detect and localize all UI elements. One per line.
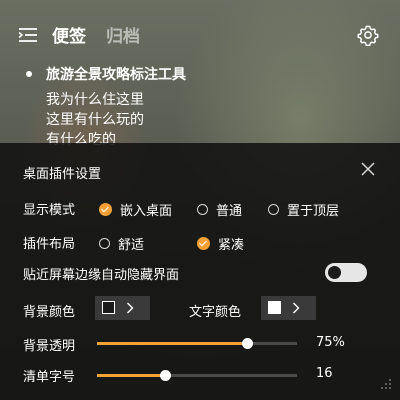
radio-label: 普通 xyxy=(216,204,243,219)
font-size-value: 16 xyxy=(316,366,333,381)
gear-icon[interactable] xyxy=(357,24,379,46)
radio-embed-desktop[interactable]: 嵌入桌面 xyxy=(99,200,172,219)
note-line: 这里有什么玩的 xyxy=(46,112,144,128)
text-color-swatch xyxy=(268,301,281,314)
radio-normal[interactable]: 普通 xyxy=(197,200,242,219)
radio-always-on-top[interactable]: 置于顶层 xyxy=(268,200,339,219)
radio-unchecked-icon xyxy=(197,204,208,215)
menu-icon[interactable] xyxy=(19,27,37,43)
text-color-picker[interactable] xyxy=(261,296,316,320)
bg-color-swatch xyxy=(102,301,115,314)
settings-title: 桌面插件设置 xyxy=(23,167,102,182)
radio-compact[interactable]: 紧凑 xyxy=(197,234,244,253)
bg-opacity-label: 背景透明 xyxy=(23,339,76,354)
resize-grip-icon[interactable] xyxy=(380,378,392,390)
note-item[interactable]: 旅游全景攻略标注工具 我为什么住这里 这里有什么玩的 有什么吃的 xyxy=(26,64,380,150)
radio-unchecked-icon xyxy=(268,204,279,215)
slider-thumb[interactable] xyxy=(242,338,253,349)
radio-checked-icon xyxy=(197,237,210,250)
font-size-label: 清单字号 xyxy=(23,370,76,385)
chevron-right-icon xyxy=(127,302,134,314)
font-size-slider[interactable] xyxy=(97,370,297,381)
radio-unchecked-icon xyxy=(99,238,110,249)
radio-label: 舒适 xyxy=(118,238,145,253)
text-color-label: 文字颜色 xyxy=(189,305,242,320)
layout-label: 插件布局 xyxy=(23,237,76,252)
close-icon[interactable] xyxy=(359,160,377,178)
top-bar: 便签 归档 xyxy=(0,0,400,70)
note-lines: 我为什么住这里 这里有什么玩的 有什么吃的 xyxy=(46,90,380,150)
radio-label: 置于顶层 xyxy=(287,204,340,219)
auto-hide-toggle[interactable] xyxy=(325,263,367,282)
tab-archive[interactable]: 归档 xyxy=(106,22,140,47)
bg-color-picker[interactable] xyxy=(95,296,150,320)
radio-comfortable[interactable]: 舒适 xyxy=(99,234,144,253)
radio-label: 紧凑 xyxy=(218,238,245,253)
toggle-knob xyxy=(328,266,341,279)
settings-panel: 桌面插件设置 显示模式 嵌入桌面 普通 置于顶层 插件布局 舒适 紧凑 贴近屏幕… xyxy=(0,143,400,400)
radio-label: 嵌入桌面 xyxy=(120,204,173,219)
display-mode-label: 显示模式 xyxy=(23,203,76,218)
note-line: 我为什么住这里 xyxy=(46,92,144,108)
bg-opacity-value: 75% xyxy=(316,335,345,350)
auto-hide-label: 贴近屏幕边缘自动隐藏界面 xyxy=(23,268,180,283)
bg-opacity-slider[interactable] xyxy=(97,338,297,349)
slider-thumb[interactable] xyxy=(160,370,171,381)
radio-checked-icon xyxy=(99,203,112,216)
bg-color-label: 背景颜色 xyxy=(23,305,76,320)
slider-fill xyxy=(97,374,165,377)
chevron-right-icon xyxy=(293,302,300,314)
tab-notes[interactable]: 便签 xyxy=(52,22,86,47)
note-title: 旅游全景攻略标注工具 xyxy=(46,67,186,83)
slider-fill xyxy=(97,342,247,345)
bullet xyxy=(26,71,32,77)
